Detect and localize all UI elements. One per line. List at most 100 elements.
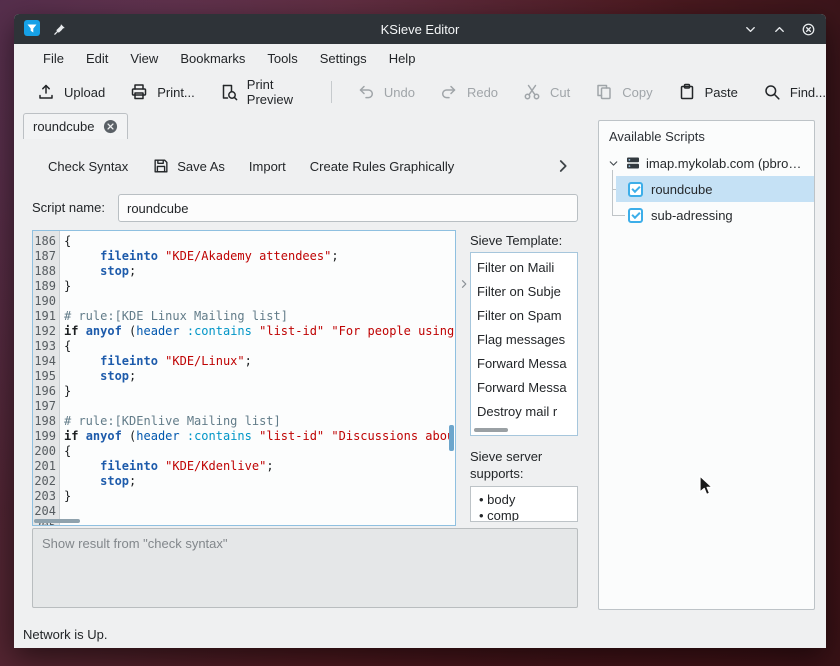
check-syntax-button[interactable]: Check Syntax — [48, 159, 128, 174]
toolbar-overflow-chevron-icon[interactable] — [554, 157, 572, 175]
print-preview-button[interactable]: Print Preview — [219, 77, 307, 107]
import-button[interactable]: Import — [249, 159, 286, 174]
line-number: 194 — [33, 354, 56, 369]
editor-code[interactable]: { fileinto "KDE/Akademy attendees"; stop… — [60, 231, 455, 525]
toolbar-label: Copy — [622, 85, 652, 100]
checkbox-checked-icon[interactable] — [628, 208, 643, 223]
tree-item-server[interactable]: imap.mykolab.com (pbro… — [599, 150, 814, 176]
code-line[interactable]: } — [64, 279, 455, 294]
menu-help[interactable]: Help — [378, 47, 427, 70]
code-line[interactable]: { — [64, 234, 455, 249]
template-item[interactable]: Filter on Maili — [471, 256, 577, 280]
code-line[interactable]: stop; — [64, 369, 455, 384]
copy-icon — [594, 82, 614, 102]
toolbar-label: Find... — [790, 85, 826, 100]
menu-file[interactable]: File — [32, 47, 75, 70]
menu-bookmarks[interactable]: Bookmarks — [169, 47, 256, 70]
code-line[interactable]: { — [64, 444, 455, 459]
close-button[interactable] — [799, 20, 818, 39]
checkbox-checked-icon[interactable] — [628, 182, 643, 197]
template-list-scrollbar[interactable] — [474, 428, 508, 432]
code-line[interactable]: fileinto "KDE/Akademy attendees"; — [64, 249, 455, 264]
titlebar[interactable]: KSieve Editor — [14, 14, 826, 44]
chevron-down-icon — [743, 22, 758, 37]
check-syntax-result-box[interactable]: Show result from "check syntax" — [32, 528, 578, 608]
line-number: 203 — [33, 489, 56, 504]
redo-button: Redo — [439, 82, 498, 102]
line-number: 187 — [33, 249, 56, 264]
template-item[interactable]: Forward Messa — [471, 352, 577, 376]
code-line[interactable]: fileinto "KDE/Linux"; — [64, 354, 455, 369]
script-name-input[interactable] — [118, 194, 578, 222]
create-rules-label: Create Rules Graphically — [310, 159, 455, 174]
sieve-template-label: Sieve Template: — [470, 233, 562, 248]
script-label: roundcube — [651, 182, 712, 197]
sieve-editor[interactable]: 1861871881891901911921931941951961971981… — [32, 230, 456, 526]
capability-list: • body• comp — [470, 486, 578, 522]
available-scripts-panel: Available Scripts imap.mykolab.com (pbro… — [598, 120, 815, 610]
menu-view[interactable]: View — [119, 47, 169, 70]
splitter-expand-icon[interactable] — [457, 270, 470, 298]
tree-item-sub-adressing[interactable]: sub-adressing — [616, 202, 814, 228]
code-line[interactable]: } — [64, 489, 455, 504]
tree-item-roundcube[interactable]: roundcube — [616, 176, 814, 202]
result-placeholder: Show result from "check syntax" — [42, 536, 228, 551]
expander-icon[interactable] — [607, 157, 620, 170]
upload-button[interactable]: Upload — [36, 82, 105, 102]
template-item[interactable]: Forward Messa — [471, 376, 577, 400]
pin-icon — [52, 22, 67, 37]
code-line[interactable]: fileinto "KDE/Kdenlive"; — [64, 459, 455, 474]
code-line[interactable]: } — [64, 384, 455, 399]
menubar: FileEditViewBookmarksToolsSettingsHelp — [14, 44, 826, 72]
toolbar-label: Paste — [705, 85, 738, 100]
code-line[interactable]: if anyof (header :contains "list-id" "Di… — [64, 429, 455, 444]
code-line[interactable]: stop; — [64, 474, 455, 489]
maximize-button[interactable] — [770, 20, 789, 39]
find-button[interactable]: Find... — [762, 82, 826, 102]
pin-icon[interactable] — [50, 20, 69, 39]
save-icon — [152, 157, 170, 175]
paste-button[interactable]: Paste — [677, 82, 738, 102]
code-line[interactable]: # rule:[KDEnlive Mailing list] — [64, 414, 455, 429]
minimize-button[interactable] — [741, 20, 760, 39]
code-line[interactable]: stop; — [64, 264, 455, 279]
script-actions: Check Syntax Save As Import Create Rules… — [32, 152, 454, 180]
print-preview-icon — [219, 82, 239, 102]
menu-tools[interactable]: Tools — [256, 47, 308, 70]
import-label: Import — [249, 159, 286, 174]
server-supports-label: Sieve server supports: — [470, 448, 582, 482]
template-list: Filter on MailiFilter on SubjeFilter on … — [470, 252, 578, 436]
template-item[interactable]: Destroy mail r — [471, 400, 577, 424]
save-as-button[interactable]: Save As — [152, 157, 225, 175]
print-button[interactable]: Print... — [129, 82, 195, 102]
code-line[interactable]: { — [64, 339, 455, 354]
line-number: 197 — [33, 399, 56, 414]
tab-roundcube[interactable]: roundcube — [23, 113, 128, 139]
line-number: 202 — [33, 474, 56, 489]
editor-gutter: 1861871881891901911921931941951961971981… — [33, 231, 60, 525]
menu-edit[interactable]: Edit — [75, 47, 119, 70]
editor-vertical-scrollbar[interactable] — [449, 425, 454, 451]
ksieve-editor-window: KSieve Editor FileEditViewBookmarksTools… — [14, 14, 826, 648]
code-line[interactable]: if anyof (header :contains "list-id" "Fo… — [64, 324, 455, 339]
desktop: KSieve Editor FileEditViewBookmarksTools… — [0, 0, 840, 666]
menu-settings[interactable]: Settings — [309, 47, 378, 70]
find-icon — [762, 82, 782, 102]
code-line[interactable] — [64, 519, 455, 525]
create-rules-button[interactable]: Create Rules Graphically — [310, 159, 455, 174]
code-line[interactable]: # rule:[KDE Linux Mailing list] — [64, 309, 455, 324]
editor-horizontal-scrollbar[interactable] — [34, 519, 80, 523]
toolbar-label: Upload — [64, 85, 105, 100]
template-item[interactable]: Filter on Subje — [471, 280, 577, 304]
code-line[interactable] — [64, 504, 455, 519]
template-item[interactable]: Flag messages — [471, 328, 577, 352]
line-number: 186 — [33, 234, 56, 249]
line-number: 190 — [33, 294, 56, 309]
chevron-right-icon — [554, 157, 572, 175]
tab-close-icon[interactable] — [103, 119, 118, 134]
code-line[interactable] — [64, 399, 455, 414]
template-item[interactable]: Filter on Spam — [471, 304, 577, 328]
toolbar-separator — [331, 81, 332, 103]
tab-label: roundcube — [33, 119, 94, 134]
code-line[interactable] — [64, 294, 455, 309]
